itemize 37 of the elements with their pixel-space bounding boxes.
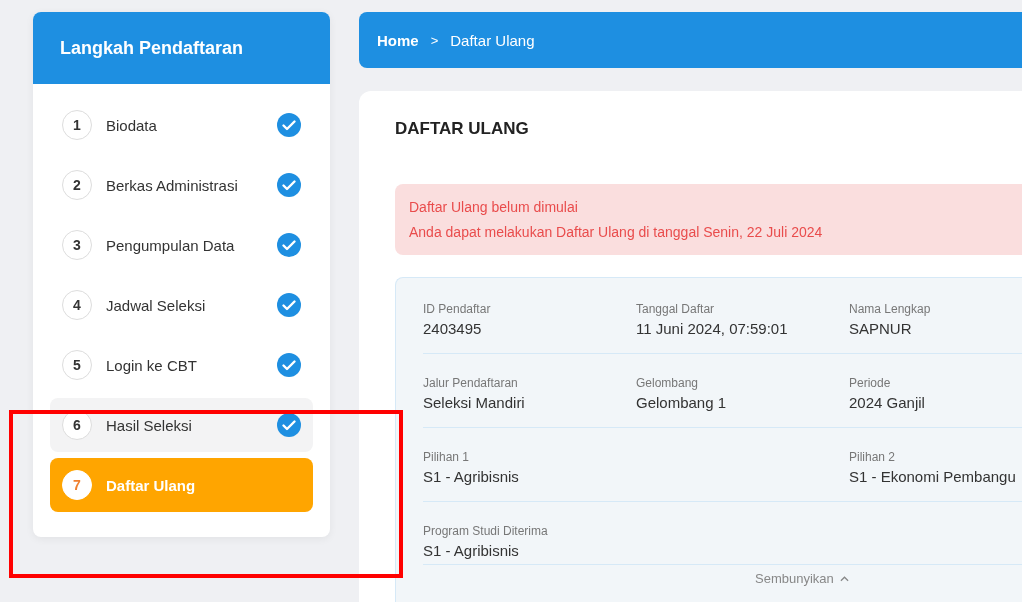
field-label: Program Studi Diterima <box>423 524 549 538</box>
step-item[interactable]: 1 Biodata <box>50 98 313 152</box>
field-value: Gelombang 1 <box>636 394 728 411</box>
step-item[interactable]: 5 Login ke CBT <box>50 338 313 392</box>
steps-title: Langkah Pendaftaran <box>60 37 244 59</box>
field-label: Nama Lengkap <box>849 302 932 316</box>
step-number: 3 <box>62 230 92 260</box>
field-value: S1 - Agribisnis <box>423 468 520 485</box>
field-label: ID Pendaftar <box>423 302 492 316</box>
step-number: 2 <box>62 170 92 200</box>
current-page-label: Daftar Ulang <box>450 31 535 49</box>
field-label: Gelombang <box>636 376 700 390</box>
breadcrumb-separator: > <box>430 32 439 48</box>
chevron-icon <box>839 575 849 582</box>
step-number: 7 <box>62 470 92 500</box>
step-item[interactable]: 4 Jadwal Seleksi <box>50 278 313 332</box>
alert-text: Daftar Ulang belum dimulai <box>409 199 579 215</box>
step-number: 1 <box>62 110 92 140</box>
page-title: DAFTAR ULANG <box>395 119 530 139</box>
step-item[interactable]: 6 Hasil Seleksi <box>50 398 313 452</box>
step-number: 5 <box>62 350 92 380</box>
field-label: Periode <box>849 376 892 390</box>
field-value: S1 - Ekonomi Pembangu <box>849 468 1017 485</box>
step-number: 4 <box>62 290 92 320</box>
field-label: Jalur Pendaftaran <box>423 376 519 390</box>
step-item[interactable]: 2 Berkas Administrasi <box>50 158 313 212</box>
field-label: Tanggal Daftar <box>636 302 716 316</box>
field-value: 2403495 <box>423 320 483 337</box>
field-value: SAPNUR <box>849 320 913 337</box>
field-value: S1 - Agribisnis <box>423 542 520 559</box>
step-item[interactable]: 3 Pengumpulan Data <box>50 218 313 272</box>
field-value: 2024 Ganjil <box>849 394 926 411</box>
field-label: Pilihan 1 <box>423 450 471 464</box>
field-value: 11 Juni 2024, 07:59:01 <box>636 320 789 337</box>
alert-text: Anda dapat melakukan Daftar Ulang di tanggal Senin, 22 Juli 2024 <box>409 224 824 240</box>
field-label: Pilihan 2 <box>849 450 897 464</box>
field-value: Seleksi Mandiri <box>423 394 526 411</box>
